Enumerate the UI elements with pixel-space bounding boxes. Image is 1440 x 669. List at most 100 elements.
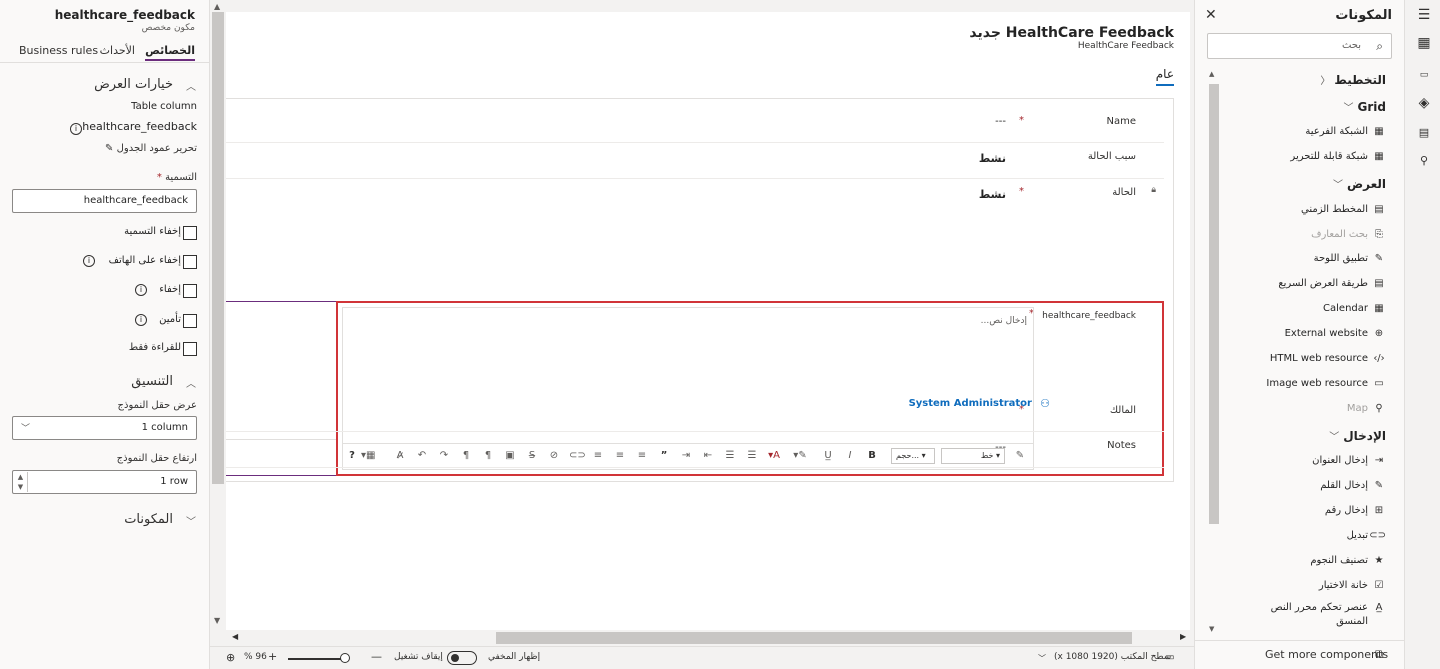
- edit-table-column-link[interactable]: تحرير عمود الجدول ✎: [105, 143, 197, 154]
- field-value: ---: [995, 116, 1006, 127]
- group-grid[interactable]: Grid﹀: [1344, 99, 1386, 114]
- component-address-input[interactable]: ⇥إدخال العنوان: [1312, 453, 1386, 469]
- hide-text: إخفاء: [159, 284, 181, 295]
- components-search-input[interactable]: بحث ⌕: [1207, 33, 1392, 59]
- components-scrollbar[interactable]: ▲ ▼: [1209, 70, 1219, 635]
- field-label: الحالة: [1112, 187, 1136, 198]
- owner-lookup-value[interactable]: System Administrator: [909, 398, 1032, 409]
- group-input[interactable]: الإدخال﹀: [1329, 428, 1386, 443]
- form-libraries-icon[interactable]: ▤: [1415, 124, 1433, 142]
- scroll-down-icon[interactable]: ▼: [214, 616, 220, 625]
- scrollbar-thumb[interactable]: [496, 632, 1132, 644]
- scroll-left-icon[interactable]: ◀: [232, 632, 238, 641]
- chevron-down-icon: ﹀: [1343, 103, 1354, 114]
- components-icon[interactable]: ▦: [1415, 34, 1433, 52]
- address-input-icon: ⇥: [1374, 455, 1384, 466]
- chevron-down-icon: ﹀: [21, 424, 31, 434]
- get-more-components[interactable]: Get more components ⧉: [1195, 640, 1405, 669]
- component-quick-view[interactable]: ▤طريقة العرض السريع: [1278, 276, 1386, 292]
- tab-business-rules[interactable]: Business rules: [19, 44, 98, 57]
- component-subgrid[interactable]: ▦الشبكة الفرعية: [1305, 124, 1386, 140]
- field-status[interactable]: الحالة 🔒︎ * نشط: [226, 179, 1164, 215]
- field-status-reason[interactable]: سبب الحالة نشط: [226, 143, 1164, 179]
- form-field-height-input[interactable]: 1 row ▲ ▼: [12, 470, 197, 494]
- section-components[interactable]: المكونات: [124, 512, 173, 527]
- show-hidden-toggle[interactable]: [447, 651, 477, 665]
- scroll-right-icon[interactable]: ▶: [1180, 632, 1186, 641]
- canvas-horizontal-scrollbar[interactable]: ◀ ▶: [226, 630, 1190, 646]
- info-icon[interactable]: i: [83, 255, 95, 267]
- component-canvas-app[interactable]: ✎تطبيق اللوحة: [1314, 251, 1386, 267]
- component-external-website[interactable]: ⊕External website: [1285, 326, 1386, 342]
- scrollbar-thumb[interactable]: [212, 12, 224, 484]
- form-field-width-select[interactable]: 1 column ﹀: [12, 416, 197, 440]
- component-pen-input[interactable]: ✎إدخال القلم: [1320, 478, 1386, 494]
- chevron-up-icon[interactable]: ︿: [186, 375, 196, 390]
- hide-label-checkbox[interactable]: [183, 226, 197, 240]
- read-only-checkbox[interactable]: [183, 342, 197, 356]
- field-label: Name: [1106, 116, 1136, 127]
- component-editable-grid[interactable]: ▦شبكة قابلة للتحرير: [1290, 149, 1386, 165]
- device-selector[interactable]: سطح المكتب (1920 x 1080): [1054, 652, 1171, 662]
- info-icon[interactable]: i: [135, 284, 147, 296]
- layers-icon[interactable]: ◈: [1415, 94, 1433, 112]
- section-formatting[interactable]: التنسيق: [131, 374, 173, 389]
- properties-scrollbar[interactable]: ▲ ▼: [210, 0, 226, 630]
- zoom-slider-knob[interactable]: [340, 653, 350, 663]
- component-checkbox[interactable]: ☑خانة الاختيار: [1319, 578, 1386, 594]
- component-image-resource[interactable]: ▭Image web resource: [1266, 376, 1386, 392]
- zoom-slider[interactable]: [288, 658, 348, 660]
- scrollbar-thumb[interactable]: [1209, 84, 1219, 524]
- group-display[interactable]: العرض﹀: [1333, 176, 1386, 191]
- group-layout[interactable]: التخطيط〈: [1320, 72, 1386, 87]
- toggle-off-label: إيقاف تشغيل: [394, 652, 443, 662]
- label-input[interactable]: healthcare_feedback: [12, 189, 197, 213]
- form-subtitle: HealthCare Feedback: [1077, 41, 1174, 51]
- zoom-out-icon[interactable]: —: [371, 650, 382, 663]
- component-map: ⚲Map: [1347, 401, 1386, 417]
- info-icon[interactable]: i: [135, 314, 147, 326]
- required-marker: *: [1019, 186, 1024, 197]
- table-columns-icon[interactable]: ▭: [1415, 66, 1433, 84]
- tab-events[interactable]: الأحداث: [100, 44, 135, 57]
- field-name[interactable]: Name * ---: [226, 99, 1164, 143]
- section-display-options[interactable]: خيارات العرض: [94, 77, 173, 92]
- component-toggle[interactable]: ⊂⊃تبديل: [1347, 528, 1386, 544]
- scroll-up-icon[interactable]: ▲: [1209, 70, 1214, 78]
- components-panel: المكونات ✕ بحث ⌕ ▲ ▼ التخطيط〈 Grid﹀ ▦الش…: [1194, 0, 1405, 669]
- chevron-up-icon[interactable]: ︿: [186, 78, 196, 93]
- tool-rail: ☰ ▦ ▭ ◈ ▤ ⚲: [1404, 0, 1440, 669]
- component-rich-text-editor-line2: المنسق: [1336, 616, 1368, 627]
- hide-checkbox[interactable]: [183, 284, 197, 298]
- tab-general[interactable]: عام: [1155, 67, 1175, 86]
- lock-checkbox[interactable]: [183, 314, 197, 328]
- search-placeholder: بحث: [1341, 40, 1361, 51]
- component-rich-text-editor[interactable]: A̲عنصر تحكم محرر النص: [1271, 600, 1386, 616]
- component-number-input[interactable]: ⊞إدخال رقم: [1325, 503, 1386, 519]
- info-icon[interactable]: i: [70, 123, 82, 135]
- form-field-width-label: عرض حقل النموذج: [117, 400, 197, 411]
- component-html-resource[interactable]: ‹/›HTML web resource: [1270, 351, 1386, 367]
- globe-icon: ⊕: [1374, 328, 1384, 339]
- component-timeline[interactable]: ▤المخطط الزمني: [1301, 202, 1386, 218]
- fit-to-screen-icon[interactable]: ⊕: [226, 651, 235, 664]
- hamburger-menu-icon[interactable]: ☰: [1415, 6, 1433, 24]
- form-section[interactable]: Name * --- سبب الحالة نشط الحالة 🔒︎ * نش…: [226, 98, 1174, 482]
- hide-on-phone-checkbox[interactable]: [183, 255, 197, 269]
- toggle-icon: ⊂⊃: [1369, 530, 1386, 541]
- lock-icon: 🔒︎: [1151, 185, 1156, 195]
- monitor-icon: ▭: [1165, 652, 1175, 663]
- quick-view-icon: ▤: [1374, 278, 1384, 289]
- scroll-down-icon[interactable]: ▼: [1209, 625, 1214, 633]
- close-icon[interactable]: ✕: [1205, 7, 1217, 23]
- component-calendar[interactable]: ▦Calendar: [1323, 301, 1386, 317]
- business-rules-icon[interactable]: ⚲: [1415, 152, 1433, 170]
- field-notes[interactable]: Notes ---: [226, 432, 1164, 468]
- scroll-up-icon[interactable]: ▲: [214, 2, 220, 11]
- component-star-rating[interactable]: ★تصنيف النجوم: [1310, 553, 1386, 569]
- chevron-down-icon[interactable]: ﹀: [1038, 653, 1046, 664]
- rte-field-label: healthcare_feedback: [1042, 311, 1136, 321]
- zoom-in-icon[interactable]: +: [268, 650, 277, 663]
- chevron-down-icon[interactable]: ﹀: [186, 513, 196, 528]
- tab-properties[interactable]: الخصائص: [145, 44, 195, 61]
